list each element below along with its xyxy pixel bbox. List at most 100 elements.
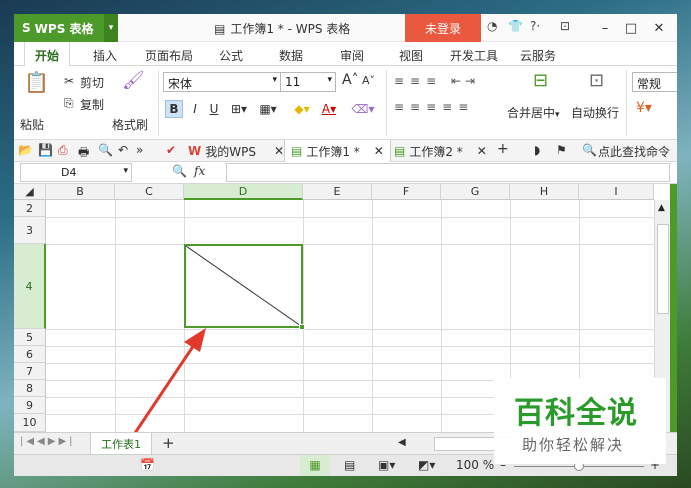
row-header-6[interactable]: 6	[14, 346, 46, 363]
cut-button[interactable]: 剪切	[80, 74, 104, 91]
new-tab-icon[interactable]: +	[497, 141, 509, 157]
print-preview-icon[interactable]: 🔍	[98, 143, 113, 157]
column-header-h[interactable]: H	[510, 184, 579, 200]
horizontal-align-icons[interactable]: ≡≡≡≡≡	[394, 100, 474, 114]
side-panel-handle[interactable]	[670, 184, 677, 432]
app-menu-button[interactable]: S WPS 表格 ▾	[14, 14, 118, 42]
scroll-thumb[interactable]	[657, 224, 669, 314]
select-all-corner[interactable]: ◢	[14, 184, 46, 200]
merge-cells-icon: ⊟	[533, 70, 549, 91]
page-break-view-icon[interactable]: ▣▾	[378, 458, 395, 472]
minimize-button[interactable]: –	[594, 17, 616, 39]
sheet-nav-icons[interactable]: |◀◀▶▶|	[20, 436, 76, 447]
toolbar-toggle-icon[interactable]: ⊡	[560, 19, 570, 33]
wps-logo-icon: S	[22, 21, 31, 35]
normal-view-icon[interactable]: ▦	[300, 455, 330, 476]
row-header-9[interactable]: 9	[14, 397, 46, 414]
save-icon[interactable]: 💾	[38, 143, 53, 157]
flag-icon[interactable]: ⚑	[556, 143, 567, 157]
undo-icon[interactable]: ↶	[118, 143, 128, 157]
add-sheet-icon[interactable]: +	[162, 434, 175, 452]
vertical-align-icons[interactable]: ≡≡≡	[394, 74, 442, 88]
borders-icon[interactable]: ⊞▾	[226, 100, 252, 118]
number-format-select[interactable]: 常规	[632, 72, 677, 92]
tab-home[interactable]: 开始	[24, 42, 71, 66]
login-button[interactable]: 未登录	[405, 14, 481, 42]
column-header-f[interactable]: F	[372, 184, 441, 200]
calendar-icon[interactable]: 📅	[140, 458, 155, 472]
divider	[158, 70, 159, 136]
row-header-4[interactable]: 4	[14, 244, 46, 329]
format-painter-button[interactable]: 格式刷	[112, 116, 148, 133]
open-icon[interactable]: 📂	[18, 143, 33, 157]
fill-style-icon[interactable]: ▦▾	[255, 100, 281, 118]
tab-review[interactable]: 审阅	[340, 47, 364, 64]
row-header-2[interactable]: 2	[14, 200, 46, 217]
wrap-text-button[interactable]: 自动换行	[571, 104, 619, 121]
fill-color-icon[interactable]: ◆▾	[290, 100, 314, 118]
command-search-button[interactable]: 点此查找命令	[598, 143, 670, 160]
close-button[interactable]: ✕	[648, 17, 670, 39]
currency-format-icon[interactable]: ¥▾	[636, 100, 652, 116]
skin-icon[interactable]: ◗	[534, 143, 540, 157]
merge-center-button[interactable]: 合并居中▾	[507, 104, 560, 121]
watermark-title: 百科全说	[514, 396, 638, 431]
tab-cloud-services[interactable]: 云服务	[520, 47, 556, 64]
column-header-i[interactable]: I	[579, 184, 654, 200]
clear-format-icon[interactable]: ⌫▾	[350, 100, 376, 118]
more-icon[interactable]: »	[136, 143, 143, 157]
function-icon[interactable]: fx	[194, 164, 205, 178]
help-icon[interactable]: ?·	[530, 19, 540, 33]
column-header-g[interactable]: G	[441, 184, 510, 200]
tab-page-layout[interactable]: 页面布局	[145, 47, 193, 64]
italic-button[interactable]: I	[186, 100, 204, 118]
page-layout-view-icon[interactable]: ▤	[344, 458, 355, 472]
column-header-d[interactable]: D	[184, 184, 303, 200]
selected-cell-d4[interactable]	[184, 244, 305, 330]
font-family-select[interactable]: 宋体 ▾	[163, 72, 281, 92]
export-pdf-icon[interactable]: ⎙	[58, 143, 68, 158]
shrink-font-icon[interactable]: A˅	[362, 74, 375, 87]
font-size-select[interactable]: 11 ▾	[280, 72, 336, 92]
close-icon[interactable]: ✕	[274, 144, 284, 158]
maximize-button[interactable]: □	[620, 17, 642, 39]
close-icon[interactable]: ✕	[374, 144, 384, 158]
row-header-5[interactable]: 5	[14, 329, 46, 346]
tab-developer[interactable]: 开发工具	[450, 47, 498, 64]
print-icon[interactable]: 🖶	[78, 143, 89, 164]
grow-font-icon[interactable]: A˄	[342, 72, 359, 88]
row-header-10[interactable]: 10	[14, 414, 46, 432]
chevron-down-icon[interactable]: ▾	[104, 14, 118, 42]
tab-data[interactable]: 数据	[279, 47, 303, 64]
column-header-c[interactable]: C	[115, 184, 184, 200]
name-box[interactable]: D4 ▾	[20, 163, 132, 182]
column-header-b[interactable]: B	[46, 184, 115, 200]
bold-button[interactable]: B	[165, 100, 183, 118]
row-header-3[interactable]: 3	[14, 217, 46, 244]
formula-input[interactable]	[226, 163, 670, 182]
row-header-7[interactable]: 7	[14, 363, 46, 380]
sheet-tab-1[interactable]: 工作表1	[90, 433, 152, 455]
tab-mywps[interactable]: W 我的WPS ✕	[182, 140, 290, 162]
shirt-icon[interactable]: 👕	[508, 19, 523, 33]
copy-button[interactable]: 复制	[80, 96, 104, 113]
tab-workbook-2[interactable]: ▤ 工作簿2 * ✕	[388, 140, 493, 162]
column-header-e[interactable]: E	[303, 184, 372, 200]
skin-icon[interactable]: ◔	[487, 19, 497, 33]
paste-icon[interactable]: 📋	[24, 70, 49, 94]
tab-view[interactable]: 视图	[399, 47, 423, 64]
underline-button[interactable]: U	[205, 100, 223, 118]
reading-mode-icon[interactable]: ◩▾	[418, 458, 435, 472]
font-color-icon[interactable]: A▾	[317, 100, 341, 118]
scroll-up-icon[interactable]: ▲	[658, 203, 665, 213]
tab-workbook-1[interactable]: ▤ 工作簿1 * ✕	[284, 140, 391, 162]
tab-formulas[interactable]: 公式	[219, 47, 243, 64]
close-icon[interactable]: ✕	[477, 144, 487, 158]
paste-button[interactable]: 粘贴	[20, 116, 44, 133]
indent-icons[interactable]: ⇤⇥	[451, 74, 479, 88]
pin-icon[interactable]: ✔	[166, 143, 176, 157]
row-header-8[interactable]: 8	[14, 380, 46, 397]
tab-insert[interactable]: 插入	[93, 47, 117, 64]
zoom-search-icon[interactable]: 🔍	[172, 164, 187, 178]
h-scroll-left-icon[interactable]: ◀	[398, 437, 406, 448]
